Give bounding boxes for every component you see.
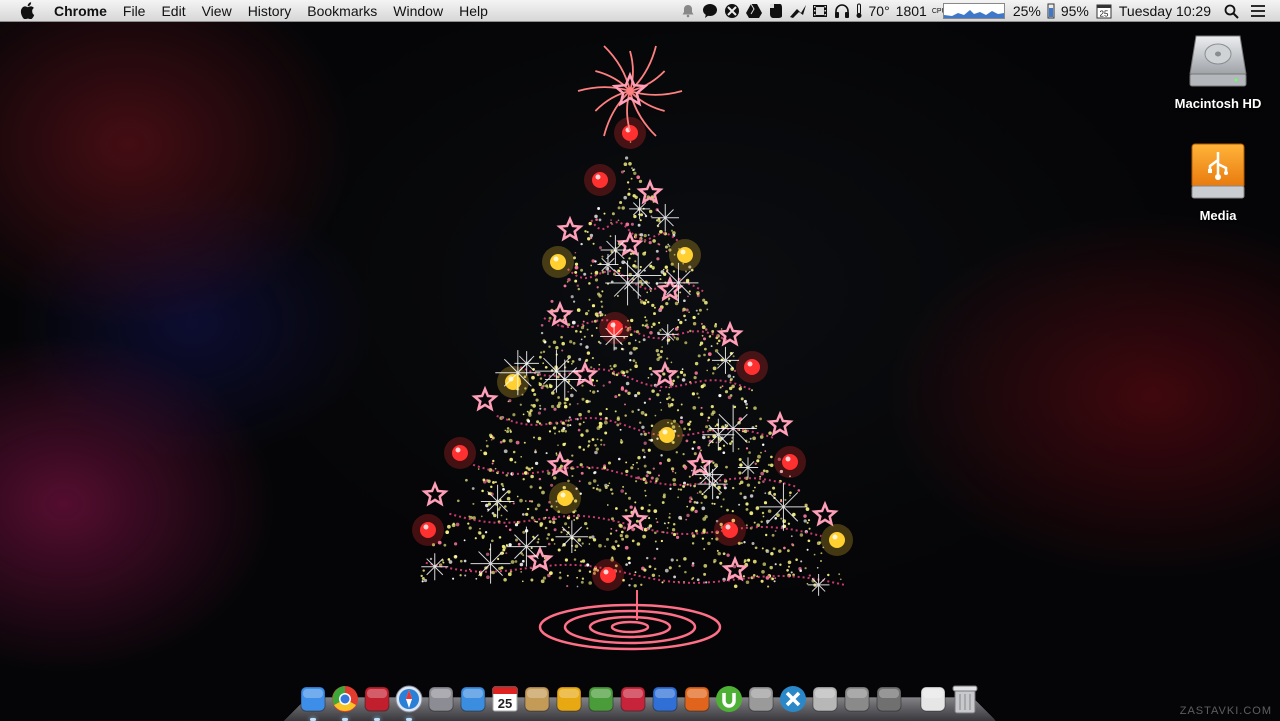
evernote-icon[interactable]: [586, 684, 616, 714]
automator-icon[interactable]: [842, 684, 872, 714]
calendar-icon[interactable]: 25: [1094, 0, 1114, 22]
film-icon[interactable]: [810, 0, 830, 22]
menu-window[interactable]: Window: [385, 0, 451, 22]
chat-bubble-icon[interactable]: [700, 0, 720, 22]
menu-edit[interactable]: Edit: [153, 0, 193, 22]
cpu-percent-readout[interactable]: 25%: [1009, 3, 1045, 19]
x-app-icon[interactable]: [778, 684, 808, 714]
christmas-tree-icon: [400, 45, 880, 655]
menu-history[interactable]: History: [240, 0, 300, 22]
battery-percent-readout[interactable]: 95%: [1057, 3, 1093, 19]
search-icon[interactable]: [1221, 0, 1241, 22]
apple-menu-icon[interactable]: [18, 2, 36, 20]
desktop-icon-label: Macintosh HD: [1163, 96, 1273, 111]
wunderlist-icon[interactable]: [554, 684, 584, 714]
memory-icon: [1046, 0, 1056, 22]
thermometer-icon: [854, 0, 864, 22]
sparrow-icon[interactable]: [618, 684, 648, 714]
rocket-icon[interactable]: [426, 684, 456, 714]
temperature-readout[interactable]: 70°: [865, 3, 894, 19]
system-preferences-icon[interactable]: [874, 684, 904, 714]
desktop-icon-media[interactable]: Media: [1163, 142, 1273, 223]
menu-view[interactable]: View: [194, 0, 240, 22]
usb-drive-icon: [1188, 142, 1248, 204]
menu-help[interactable]: Help: [451, 0, 496, 22]
svg-text:25: 25: [1099, 10, 1108, 19]
app-menu-chrome[interactable]: Chrome: [52, 0, 115, 22]
cpu-graph[interactable]: [943, 3, 1005, 19]
notification-bell-icon[interactable]: [678, 0, 698, 22]
contacts-icon[interactable]: [522, 684, 552, 714]
safari-icon[interactable]: [394, 684, 424, 714]
calculator-icon[interactable]: [746, 684, 776, 714]
trash-icon[interactable]: [950, 684, 980, 714]
crossed-circle-icon[interactable]: [722, 0, 742, 22]
watermark: ZASTAVKI.COM: [1180, 705, 1272, 717]
evernote-icon[interactable]: [766, 0, 786, 22]
menu-file[interactable]: File: [115, 0, 154, 22]
fan-speed-readout[interactable]: 1801: [894, 3, 931, 19]
downloads-stack-icon[interactable]: [918, 684, 948, 714]
bird-icon[interactable]: [788, 0, 808, 22]
google-icon[interactable]: [650, 684, 680, 714]
hard-drive-icon: [1188, 30, 1248, 92]
desktop-icon-macintosh-hd[interactable]: Macintosh HD: [1163, 30, 1273, 111]
menu-bar: Chrome File Edit View History Bookmarks …: [0, 0, 1280, 22]
clock[interactable]: Tuesday 10:29: [1115, 3, 1215, 19]
svg-text:25: 25: [498, 696, 512, 711]
menu-bookmarks[interactable]: Bookmarks: [299, 0, 385, 22]
list-icon[interactable]: [1248, 0, 1268, 22]
activity-monitor-icon[interactable]: [682, 684, 712, 714]
dock-separator: [906, 684, 916, 714]
google-drive-icon[interactable]: [744, 0, 764, 22]
headphones-icon[interactable]: [832, 0, 852, 22]
finder-icon[interactable]: [298, 684, 328, 714]
photo-booth-icon[interactable]: [362, 684, 392, 714]
chrome-icon[interactable]: [330, 684, 360, 714]
cpu-label: CPU: [931, 8, 939, 15]
calendar-icon[interactable]: 25: [490, 684, 520, 714]
itunes-icon[interactable]: [458, 684, 488, 714]
status-area: 70° 1801 CPU 25% 95% 25 Tuesday 10:29: [677, 0, 1280, 22]
preview-icon[interactable]: [810, 684, 840, 714]
dock: 25: [298, 680, 980, 714]
utorrent-icon[interactable]: [714, 684, 744, 714]
desktop-icon-label: Media: [1163, 208, 1273, 223]
